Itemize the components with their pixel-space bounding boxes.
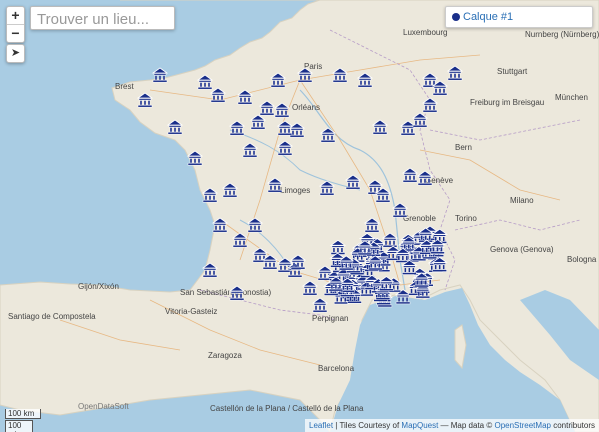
museum-marker-icon[interactable]: [213, 218, 227, 232]
layer-dot-icon: [452, 13, 460, 21]
museum-marker-icon[interactable]: [290, 123, 304, 137]
map[interactable]: Brest Paris Luxembourg Nurnberg (Nürnber…: [0, 0, 599, 432]
museum-marker-icon[interactable]: [303, 281, 317, 295]
museum-marker-icon[interactable]: [418, 171, 432, 185]
museum-marker-icon[interactable]: [230, 121, 244, 135]
museum-marker-icon[interactable]: [271, 73, 285, 87]
museum-marker-icon[interactable]: [331, 240, 345, 254]
layer-label: Calque #1: [463, 11, 513, 23]
search-box: [30, 6, 175, 30]
zoom-out-button[interactable]: −: [7, 24, 24, 42]
location-arrow-icon: ➤: [11, 47, 20, 59]
museum-marker-icon[interactable]: [275, 103, 289, 117]
scale-metric: 100 km: [5, 409, 41, 419]
attribution-text: | Tiles Courtesy of: [335, 421, 399, 430]
museum-marker-icon[interactable]: [393, 203, 407, 217]
museum-marker-icon[interactable]: [198, 75, 212, 89]
zoom-in-button[interactable]: +: [7, 7, 24, 24]
museum-marker-icon[interactable]: [248, 218, 262, 232]
museum-marker-icon[interactable]: [188, 151, 202, 165]
museum-marker-icon[interactable]: [291, 255, 305, 269]
museum-marker-icon[interactable]: [313, 298, 327, 312]
mapquest-link[interactable]: MapQuest: [401, 421, 438, 430]
museum-marker-icon[interactable]: [238, 90, 252, 104]
scale-imperial: 100 mi: [5, 420, 33, 432]
museum-marker-icon[interactable]: [153, 68, 167, 82]
museum-marker-icon[interactable]: [448, 66, 462, 80]
museum-marker-icon[interactable]: [168, 120, 182, 134]
museum-marker-icon[interactable]: [320, 181, 334, 195]
zoom-control: + −: [6, 6, 25, 43]
search-input[interactable]: [35, 8, 173, 30]
opendatasoft-logo: OpenDataSoft: [78, 402, 129, 411]
museum-marker-icon[interactable]: [251, 115, 265, 129]
museum-marker-icon[interactable]: [230, 286, 244, 300]
museum-marker-icon[interactable]: [379, 277, 393, 291]
museum-marker-icon[interactable]: [278, 141, 292, 155]
museum-marker-icon[interactable]: [403, 168, 417, 182]
museum-marker-icon[interactable]: [203, 263, 217, 277]
attribution: Leaflet | Tiles Courtesy of MapQuest — M…: [305, 419, 599, 432]
museum-marker-icon[interactable]: [260, 101, 274, 115]
museum-marker-icon[interactable]: [243, 143, 257, 157]
museum-marker-icon[interactable]: [413, 113, 427, 127]
layer-toggle[interactable]: Calque #1: [445, 6, 593, 28]
museum-marker-icon[interactable]: [401, 121, 415, 135]
museum-marker-icon[interactable]: [298, 68, 312, 82]
osm-link[interactable]: OpenStreetMap: [494, 421, 550, 430]
attribution-text: contributors: [553, 421, 595, 430]
leaflet-link[interactable]: Leaflet: [309, 421, 333, 430]
museum-marker-icon[interactable]: [333, 68, 347, 82]
museum-marker-icon[interactable]: [203, 188, 217, 202]
museum-marker-icon[interactable]: [383, 233, 397, 247]
locate-button[interactable]: ➤: [6, 44, 25, 63]
museum-marker-icon[interactable]: [138, 93, 152, 107]
museum-marker-icon[interactable]: [321, 128, 335, 142]
museum-marker-icon[interactable]: [346, 175, 360, 189]
museum-marker-icon[interactable]: [358, 73, 372, 87]
museum-marker-icon[interactable]: [233, 233, 247, 247]
museum-marker-icon[interactable]: [223, 183, 237, 197]
museum-marker-icon[interactable]: [268, 178, 282, 192]
museum-marker-icon[interactable]: [365, 218, 379, 232]
marker-layer: [0, 0, 599, 432]
museum-marker-icon[interactable]: [423, 98, 437, 112]
museum-marker-icon[interactable]: [211, 88, 225, 102]
attribution-text: — Map data ©: [441, 421, 493, 430]
museum-marker-icon[interactable]: [373, 120, 387, 134]
